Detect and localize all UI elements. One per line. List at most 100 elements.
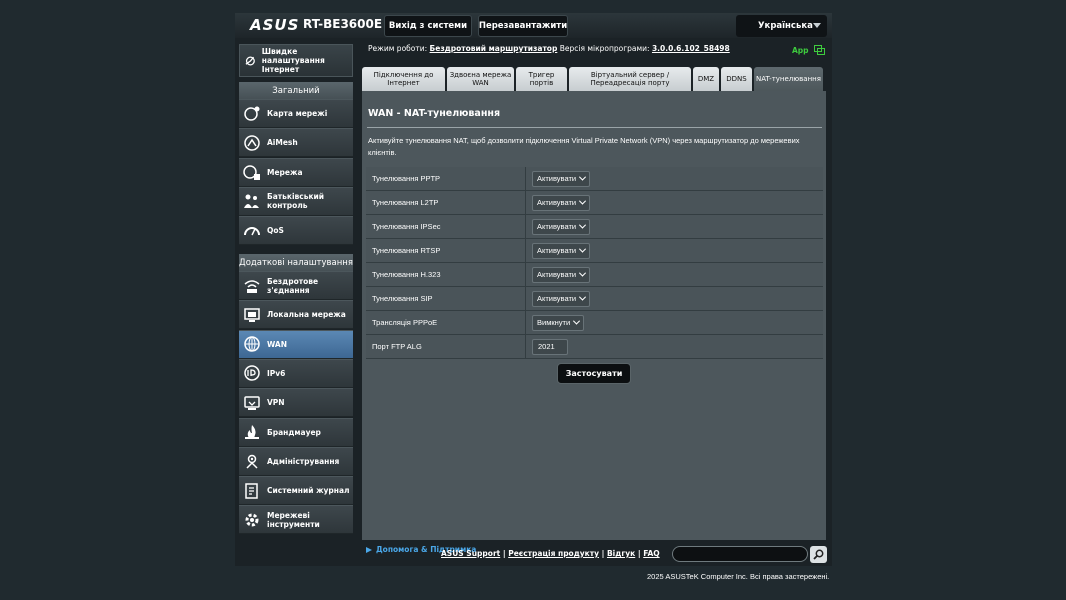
setting-select[interactable]: Активувати [532,194,591,211]
logout-button[interactable]: Вихід з системи [384,15,472,37]
table-row: Тунелювання L2TP Активувати [366,191,823,215]
sidebar-item-advanced-6[interactable]: Адміністрування [239,446,353,476]
link-product-registration[interactable]: Реєстрація продукту [508,549,599,558]
operation-mode-info: Режим роботи: Бездротовий маршрутизатор … [368,44,730,53]
table-row: Трансляція PPPoE Вимкнути [366,311,823,335]
chevron-down-icon [579,269,587,277]
parental-icon [244,194,259,209]
link-faq[interactable]: FAQ [643,549,659,558]
select-value: Активувати [537,198,577,207]
gauge-icon [244,226,260,236]
chevron-down-icon [579,221,587,229]
language-select[interactable]: Українська [736,15,827,37]
chevron-down-icon [573,317,581,325]
help-icon [366,546,372,553]
search-button[interactable] [810,546,827,563]
sidebar-item-general-2[interactable]: Мережа [239,157,353,187]
copyright: 2025 ASUSTeK Computer Inc. Всі права зас… [647,572,830,581]
table-row: Тунелювання SIP Активувати [366,287,823,311]
wan-globe-icon [244,336,260,352]
tab-dual-wan[interactable]: Здвоєна мережа WAN [447,67,514,91]
tab-nat-passthrough[interactable]: NAT-тунелювання [754,67,823,91]
sidebar-item-advanced-4[interactable]: VPN [239,388,353,418]
setting-label: Тунелювання IPSec [366,215,526,238]
setting-control-cell: 2021 [526,335,823,358]
sidebar-item-label: Батьківський контроль [267,192,325,211]
sidebar-item-label: WAN [267,339,288,349]
model-name: RT-BE3600E [303,17,383,31]
search-icon [813,549,824,560]
quick-setup-button[interactable]: Швидке налаштування Інтернет [239,44,353,77]
table-row: Тунелювання RTSP Активувати [366,239,823,263]
sidebar-item-advanced-3[interactable]: IPv6 [239,358,353,388]
ipv6-icon [244,365,260,382]
setting-select[interactable]: Активувати [532,290,591,307]
asus-logo: ASUS [250,16,300,34]
sidebar-item-label: Бездротове з'єднання [267,276,319,295]
chevron-down-icon [579,245,587,253]
sidebar-item-general-4[interactable]: QoS [239,216,353,246]
tab-virtual-server[interactable]: Віртуальний сервер / Переадресація порту [569,67,691,91]
setting-label: Тунелювання H.323 [366,263,526,286]
select-value: Вимкнути [537,318,571,327]
page-title: WAN - NAT-тунелювання [368,108,501,119]
sidebar-item-general-0[interactable]: Карта мережі [239,99,353,128]
sidebar-item-general-3[interactable]: Батьківський контроль [239,186,353,216]
firewall-icon [245,425,259,439]
chevron-down-icon [579,173,587,181]
chevron-down-icon [579,197,587,205]
select-value: Активувати [537,174,577,183]
sidebar-item-advanced-5[interactable]: Брандмауер [239,417,353,447]
setting-control-cell: Активувати [526,239,823,262]
title-divider [367,127,822,128]
sidebar-item-advanced-1[interactable]: Локальна мережа [239,300,353,330]
sidebar-item-advanced-7[interactable]: Системний журнал [239,476,353,506]
setting-select[interactable]: Активувати [532,266,591,283]
select-value: Активувати [537,246,577,255]
mode-link[interactable]: Бездротовий маршрутизатор [430,44,558,53]
sidebar-item-label: Мережеві інструменти [267,510,320,529]
mode-prefix: Режим роботи: [368,44,428,53]
reboot-button[interactable]: Перезавантажити [478,15,568,37]
sidebar-item-label: Адміністрування [267,456,340,466]
sidebar-item-label: Брандмауер [267,427,321,437]
tab-ddns[interactable]: DDNS [721,67,752,91]
setting-select[interactable]: Активувати [532,218,591,235]
network-icon [243,165,260,181]
sidebar-item-general-1[interactable]: AiMesh [239,128,353,158]
language-label: Українська [758,21,813,31]
quick-setup-label: Швидке налаштування Інтернет [261,47,325,74]
admin-icon [246,455,258,469]
tools-icon [245,513,259,527]
apply-button[interactable]: Застосувати [557,363,631,384]
sidebar-item-advanced-0[interactable]: Бездротове з'єднання [239,271,353,300]
select-value: Активувати [537,294,577,303]
search-input[interactable] [672,546,808,562]
sidebar-item-advanced-8[interactable]: Мережеві інструменти [239,505,353,535]
lan-icon [244,308,260,322]
footer-links: ASUS Support | Реєстрація продукту | Від… [441,549,660,558]
tab-dmz[interactable]: DMZ [693,67,719,91]
sidebar-item-label: IPv6 [267,368,286,378]
sidebar-item-label: Локальна мережа [267,310,346,320]
setting-select[interactable]: Активувати [532,242,591,259]
link-asus-support[interactable]: ASUS Support [441,549,500,558]
app-icon [814,45,826,55]
setting-select[interactable]: Вимкнути [532,314,585,331]
ftp-alg-port-input[interactable]: 2021 [532,338,568,355]
setting-label: Трансляція PPPoE [366,311,526,334]
firmware-link[interactable]: 3.0.0.6.102_58498 [652,44,730,53]
globe-map-icon [244,106,260,121]
sidebar-item-label: AiMesh [267,138,298,148]
setting-control-cell: Активувати [526,287,823,310]
sidebar-item-advanced-2[interactable]: WAN [239,329,353,359]
table-row: Тунелювання IPSec Активувати [366,215,823,239]
sidebar-item-label: Системний журнал [267,486,350,496]
setting-select[interactable]: Активувати [532,170,591,187]
setting-control-cell: Активувати [526,191,823,214]
link-feedback[interactable]: Відгук [607,549,635,558]
sidebar-item-label: VPN [267,398,285,408]
app-link[interactable]: App [792,45,826,55]
tab-port-trigger[interactable]: Тригер портів [516,67,567,91]
tab-internet-connection[interactable]: Підключення до Інтернет [362,67,445,91]
